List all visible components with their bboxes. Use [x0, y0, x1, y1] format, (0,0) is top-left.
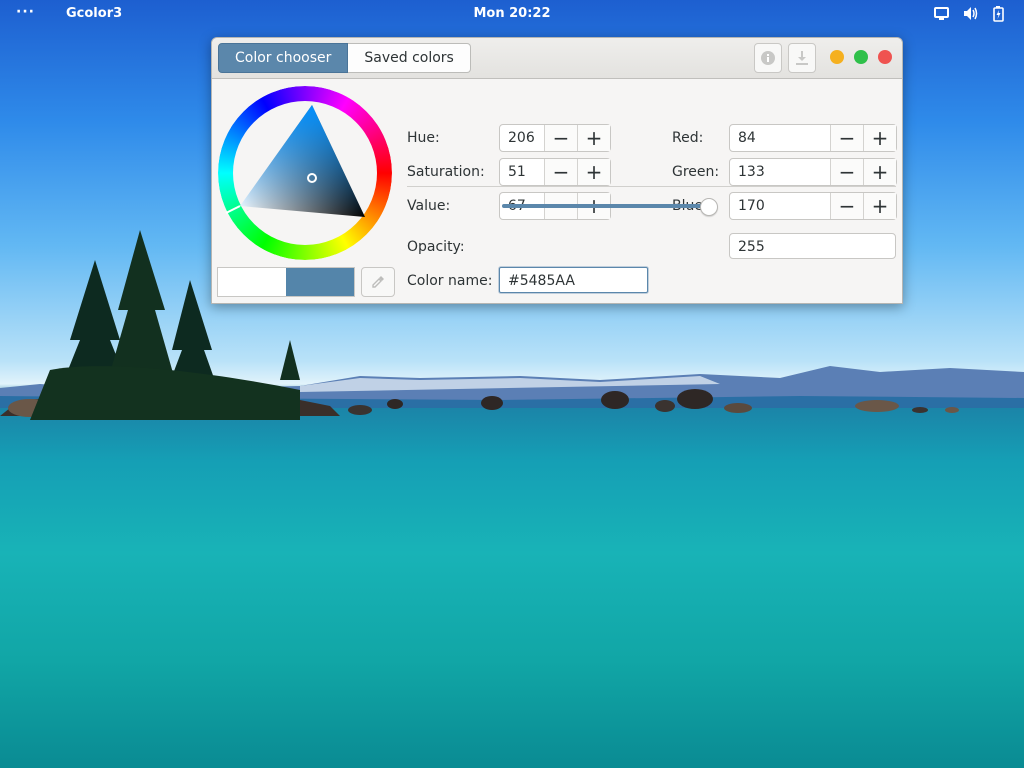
red-decrement-button[interactable]: − — [830, 125, 863, 151]
separator — [407, 186, 896, 187]
system-tray[interactable] — [933, 5, 1008, 22]
blue-spinbutton[interactable]: 170 − + — [729, 192, 897, 220]
tab-saved-colors[interactable]: Saved colors — [348, 43, 471, 73]
clock[interactable]: Mon 20:22 — [0, 6, 1024, 21]
hsv-color-wheel[interactable] — [218, 86, 392, 260]
opacity-slider-handle[interactable] — [700, 198, 718, 216]
info-icon — [761, 51, 775, 65]
color-swatch-preview — [217, 267, 355, 297]
red-label: Red: — [672, 130, 704, 146]
blue-decrement-button[interactable]: − — [830, 193, 863, 219]
green-spinbutton[interactable]: 133 − + — [729, 158, 897, 186]
green-decrement-button[interactable]: − — [830, 159, 863, 185]
save-icon — [796, 51, 808, 65]
saturation-increment-button[interactable]: + — [577, 159, 610, 185]
opacity-field[interactable]: 255 — [729, 233, 896, 259]
gcolor3-window: Color chooser Saved colors Hue: 206 − + … — [211, 37, 903, 304]
color-name-label: Color name: — [407, 273, 493, 289]
previous-color-swatch — [218, 268, 286, 296]
save-color-button[interactable] — [788, 43, 816, 73]
saturation-label: Saturation: — [407, 164, 485, 180]
red-spinbutton[interactable]: 84 − + — [729, 124, 897, 152]
opacity-slider[interactable] — [502, 204, 707, 208]
tab-color-chooser[interactable]: Color chooser — [218, 43, 349, 73]
eyedropper-icon — [372, 276, 384, 288]
blue-value[interactable]: 170 — [730, 193, 830, 219]
opacity-label: Opacity: — [407, 239, 465, 255]
green-increment-button[interactable]: + — [863, 159, 896, 185]
color-name-field[interactable]: #5485AA — [499, 267, 648, 293]
screen-icon[interactable] — [933, 5, 950, 22]
red-increment-button[interactable]: + — [863, 125, 896, 151]
saturation-spinbutton[interactable]: 51 − + — [499, 158, 611, 186]
hue-value[interactable]: 206 — [500, 125, 544, 151]
red-value[interactable]: 84 — [730, 125, 830, 151]
saturation-value[interactable]: 51 — [500, 159, 544, 185]
value-label: Value: — [407, 198, 451, 214]
blue-increment-button[interactable]: + — [863, 193, 896, 219]
about-button[interactable] — [754, 43, 782, 73]
top-bar: ··· Gcolor3 Mon 20:22 — [0, 0, 1024, 28]
battery-icon[interactable] — [991, 5, 1008, 22]
header-bar: Color chooser Saved colors — [212, 38, 902, 79]
green-label: Green: — [672, 164, 720, 180]
hue-label: Hue: — [407, 130, 440, 146]
saturation-decrement-button[interactable]: − — [544, 159, 577, 185]
current-color-swatch — [286, 268, 354, 296]
volume-icon[interactable] — [962, 5, 979, 22]
close-button[interactable] — [878, 50, 892, 64]
hue-spinbutton[interactable]: 206 − + — [499, 124, 611, 152]
hue-increment-button[interactable]: + — [577, 125, 610, 151]
view-switcher: Color chooser Saved colors — [218, 43, 471, 73]
minimize-button[interactable] — [830, 50, 844, 64]
color-chooser-panel: Hue: 206 − + Saturation: 51 − + Value: 6… — [212, 79, 902, 303]
pick-color-button[interactable] — [361, 267, 395, 297]
green-value[interactable]: 133 — [730, 159, 830, 185]
maximize-button[interactable] — [854, 50, 868, 64]
hue-decrement-button[interactable]: − — [544, 125, 577, 151]
